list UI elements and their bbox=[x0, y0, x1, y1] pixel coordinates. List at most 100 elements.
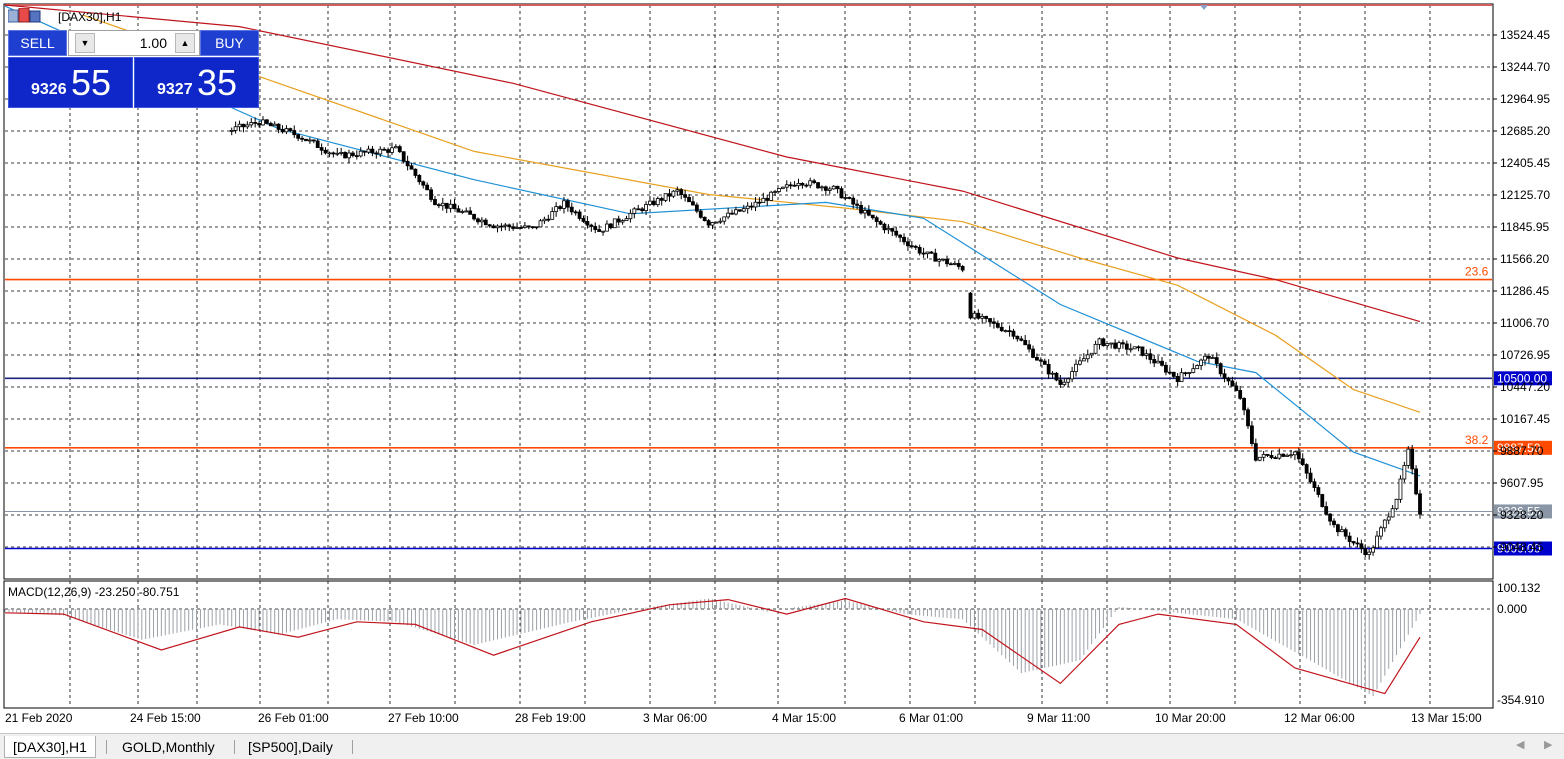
candle-body bbox=[1171, 371, 1176, 377]
candle-body bbox=[1167, 371, 1172, 374]
candle-body bbox=[253, 122, 258, 124]
candle-body bbox=[530, 226, 535, 229]
sell-price-box[interactable]: 9326 55 bbox=[8, 57, 133, 108]
candle-body bbox=[620, 220, 625, 223]
candle-body bbox=[788, 184, 793, 187]
candle-body bbox=[460, 211, 465, 213]
candle-body bbox=[992, 321, 996, 324]
candle-body bbox=[264, 119, 269, 124]
candle-body bbox=[628, 212, 633, 220]
one-click-trading-panel: SELL ▼ 1.00 ▲ BUY 9326 55 9327 35 bbox=[8, 30, 259, 108]
candle-body bbox=[745, 205, 750, 210]
candle-body bbox=[237, 123, 242, 128]
candle-body bbox=[1019, 338, 1024, 341]
lot-increase-icon[interactable]: ▲ bbox=[175, 33, 195, 53]
candle-body bbox=[843, 197, 848, 199]
candle-body bbox=[1414, 468, 1418, 495]
candle-body bbox=[913, 245, 918, 248]
candle-body bbox=[984, 315, 989, 319]
buy-price-pips: 35 bbox=[197, 62, 238, 103]
candle-body bbox=[526, 225, 531, 228]
y-axis-label: 12964.95 bbox=[1500, 92, 1550, 106]
candle-body bbox=[839, 188, 844, 199]
x-axis-label: 21 Feb 2020 bbox=[5, 711, 73, 725]
candle-body bbox=[1199, 359, 1204, 366]
candle-body bbox=[734, 209, 738, 215]
candle-body bbox=[534, 226, 539, 229]
candle-body bbox=[397, 146, 402, 153]
candle-body bbox=[581, 218, 586, 222]
candle-body bbox=[350, 152, 355, 157]
chart-canvas[interactable]: 23.638.29887.5010500.009000.009326.55 13… bbox=[0, 0, 1564, 733]
candle-body bbox=[542, 218, 547, 222]
lot-size-input[interactable]: 1.00 bbox=[95, 35, 167, 51]
candle-body bbox=[1124, 343, 1129, 350]
y-axis-label: 12685.20 bbox=[1500, 124, 1550, 138]
y-axis-label: 9328.20 bbox=[1500, 508, 1544, 522]
candle-body bbox=[1277, 453, 1282, 459]
candle-body bbox=[624, 218, 629, 222]
lot-decrease-icon[interactable]: ▼ bbox=[75, 33, 95, 53]
tab-dax30-h1[interactable]: [DAX30],H1 bbox=[4, 736, 96, 758]
candle-body bbox=[440, 202, 445, 207]
candle-body bbox=[429, 189, 433, 200]
buy-price-box[interactable]: 9327 35 bbox=[134, 57, 259, 108]
y-axis-label: 11566.20 bbox=[1500, 252, 1549, 266]
candle-body bbox=[956, 263, 961, 267]
candle-body bbox=[233, 126, 238, 131]
candle-body bbox=[323, 149, 328, 154]
candle-body bbox=[436, 204, 441, 207]
candle-body bbox=[1179, 372, 1184, 383]
x-axis-label: 24 Feb 15:00 bbox=[130, 711, 201, 725]
candle-body bbox=[229, 129, 234, 132]
tab-gold-monthly[interactable]: GOLD,Monthly bbox=[114, 736, 223, 758]
candle-body bbox=[1300, 458, 1305, 465]
buy-button[interactable]: BUY bbox=[200, 30, 259, 56]
candle-body bbox=[698, 210, 703, 218]
candle-body bbox=[370, 148, 375, 154]
candle-body bbox=[808, 180, 813, 186]
candle-body bbox=[886, 228, 891, 231]
candle-body bbox=[882, 223, 887, 231]
y-axis-label: 12405.45 bbox=[1500, 156, 1550, 170]
candle-body bbox=[710, 222, 715, 226]
candle-body bbox=[1296, 451, 1301, 460]
y-axis-label: 9887.70 bbox=[1500, 444, 1544, 458]
candle-body bbox=[554, 206, 559, 212]
candle-body bbox=[1312, 481, 1317, 488]
candle-body bbox=[472, 213, 476, 220]
macd-y-axis-label: 100.132 bbox=[1497, 581, 1541, 595]
tab-sp500-daily[interactable]: [SP500],Daily bbox=[240, 736, 341, 758]
x-axis-label: 26 Feb 01:00 bbox=[258, 711, 329, 725]
candle-body bbox=[960, 266, 965, 271]
lot-size-field[interactable]: ▼ 1.00 ▲ bbox=[68, 30, 200, 56]
candle-body bbox=[1038, 359, 1043, 362]
candle-body bbox=[632, 208, 637, 214]
candle-body bbox=[952, 263, 957, 265]
candle-body bbox=[800, 182, 805, 186]
candle-body bbox=[1304, 464, 1309, 474]
candle-body bbox=[851, 197, 856, 205]
candle-body bbox=[558, 206, 562, 209]
candle-body bbox=[1273, 457, 1278, 460]
candle-body bbox=[980, 315, 985, 319]
scroll-left-icon[interactable]: ◀ bbox=[1516, 738, 1524, 751]
candle-body bbox=[347, 152, 351, 159]
candle-body bbox=[898, 234, 903, 238]
candle-body bbox=[937, 259, 942, 262]
tab-separator bbox=[234, 740, 235, 754]
candle-body bbox=[1113, 342, 1118, 349]
candle-body bbox=[1351, 541, 1356, 544]
sell-button[interactable]: SELL bbox=[8, 30, 67, 56]
candle-body bbox=[1214, 357, 1219, 365]
candle-body bbox=[577, 211, 582, 219]
candle-body bbox=[1105, 343, 1110, 347]
candle-body bbox=[820, 186, 824, 189]
x-axis-label: 27 Feb 10:00 bbox=[388, 711, 459, 725]
y-axis-label: 11286.45 bbox=[1500, 284, 1549, 298]
scroll-right-icon[interactable]: ▶ bbox=[1544, 738, 1552, 751]
candle-body bbox=[1386, 516, 1391, 521]
candle-body bbox=[827, 188, 832, 191]
candle-body bbox=[292, 130, 297, 136]
macd-indicator-label: MACD(12,26,9) -23.250 -80.751 bbox=[8, 585, 180, 599]
